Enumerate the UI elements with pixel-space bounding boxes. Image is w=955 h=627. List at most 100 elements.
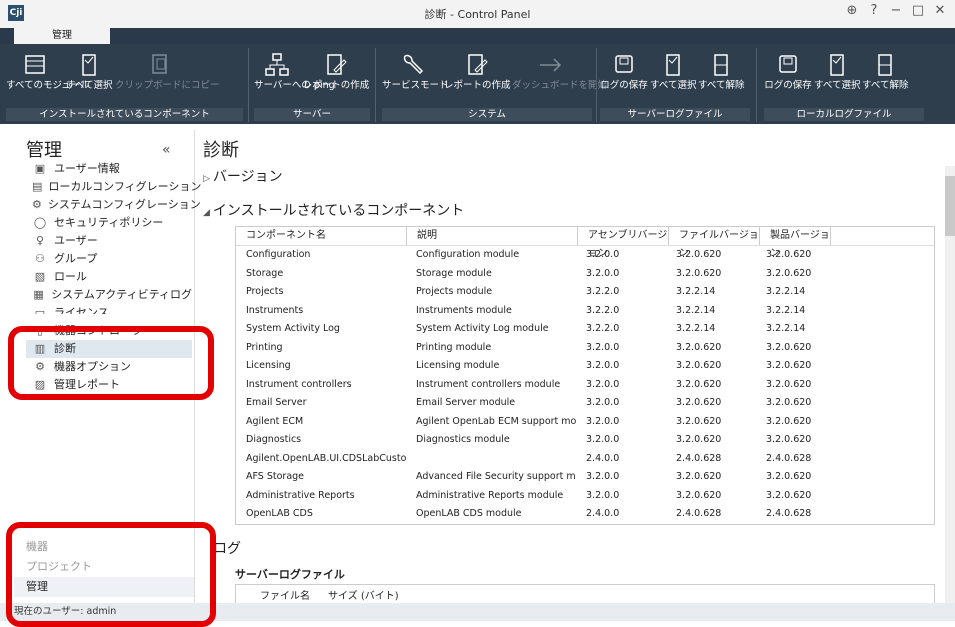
group-label-system: システム [382, 108, 592, 121]
wrench-icon [403, 54, 424, 75]
start-dashboard-button[interactable]: ダッシュボードを開始 [512, 48, 607, 104]
column-filler [831, 227, 934, 245]
table-cell: 3.2.0.0 [586, 249, 620, 260]
collapse-sidebar-button[interactable]: « [162, 142, 171, 158]
maximize-button[interactable]: □ [907, 3, 929, 18]
column-header[interactable]: アセンブリバージョン [578, 227, 669, 259]
sidebar-item-license[interactable]: ▭ ライセンス [32, 304, 192, 314]
table-row[interactable]: Instruments Instruments module 3.2.2.0 3.2.… [236, 302, 934, 321]
service-mode-button[interactable]: サービスモード [382, 48, 449, 104]
column-header[interactable]: ファイル名 [260, 587, 310, 602]
table-cell: 3.2.0.620 [766, 397, 812, 408]
scrollbar-thumb[interactable] [945, 176, 955, 236]
role-icon: ▧ [34, 270, 46, 283]
sidebar-item-roles[interactable]: ▧ ロール [32, 268, 192, 286]
table-cell: 3.2.0.0 [586, 397, 620, 408]
ping-server-button[interactable]: サーバーへの ping [254, 48, 335, 104]
sidebar-item-system-config[interactable]: ⚙ システムコンフィグレーション [32, 196, 201, 214]
system-report-button[interactable]: レポートの作成 [444, 48, 511, 104]
table-cell: 3.2.0.620 [766, 378, 812, 390]
table-row[interactable]: Agilent ECM Agilent OpenLab ECM support m… [236, 413, 934, 432]
save-icon [615, 55, 633, 73]
select-all-button[interactable]: すべて選択 [66, 48, 112, 104]
column-header[interactable]: 説明 [407, 227, 578, 245]
table-row[interactable]: Storage Storage module 3.2.0.0 3.2.0.620 3.2… [236, 265, 934, 284]
table-cell: Licensing [246, 360, 291, 371]
group-icon: ⚇ [35, 252, 45, 265]
table-row[interactable]: Email Server Email Server module 3.2.0.0 3.… [236, 394, 934, 413]
select-all-local-log-button[interactable]: すべて選択 [814, 48, 860, 104]
sidebar-item-activity-log[interactable]: ▦ システムアクティビティログ [32, 286, 192, 304]
sidebar-item-user-info[interactable]: ▣ ユーザー情報 [32, 160, 192, 178]
group-label-server: サーバー [254, 108, 370, 121]
table-cell: 3.2.0.620 [676, 360, 722, 371]
table-row[interactable]: Instrument controllers Instrument control… [236, 376, 934, 395]
group-label-components: インストールされているコンポーネント [6, 108, 243, 121]
account-icon[interactable]: ⊕ [841, 3, 863, 18]
table-row[interactable]: Diagnostics Diagnostics module 3.2.0.0 3.2.… [236, 431, 934, 450]
table-cell: 3.2.0.620 [676, 341, 722, 353]
page-title: 診断 [203, 140, 239, 161]
table-cell: Storage module [416, 267, 492, 279]
deselect-all-icon [714, 54, 728, 76]
copy-clipboard-button[interactable]: クリップボードにコピー [115, 48, 220, 104]
table-row[interactable]: Licensing Licensing module 3.2.0.0 3.2.0.62… [236, 357, 934, 376]
table-cell: Administrative Reports [246, 489, 355, 501]
table-row[interactable]: Agilent.OpenLAB.UI.CDSLabCustomFit 2.4.0.… [236, 450, 934, 469]
vertical-scrollbar[interactable] [945, 166, 955, 603]
window-title: 診断 - Control Panel [424, 8, 531, 21]
sidebar-item-local-config[interactable]: ▤ ローカルコンフィグレーション [32, 178, 201, 196]
table-cell: 3.2.0.620 [766, 471, 812, 482]
title-bar: Cji 診断 - Control Panel ⊕ ? − □ ✕ [0, 0, 955, 28]
column-header[interactable]: 製品バージョン [760, 227, 831, 259]
table-cell: Configuration module [416, 249, 520, 260]
table-row[interactable]: Projects Projects module 3.2.2.0 3.2.2.14 3.… [236, 283, 934, 302]
table-row[interactable]: System Activity Log System Activity Log m… [236, 320, 934, 339]
column-header[interactable]: サイズ (バイト) [328, 587, 399, 602]
save-server-log-button[interactable]: ログの保存 [600, 48, 648, 104]
sidebar-item-users[interactable]: ♀ ユーザー [32, 232, 192, 250]
ribbon: すべてのモジュール すべて選択 クリップボードにコピー インストールされているコ… [0, 44, 955, 124]
table-row[interactable]: Configuration Configuration module 3.2.0.0… [236, 246, 934, 265]
table-row[interactable]: Printing Printing module 3.2.0.0 3.2.0.620 3… [236, 339, 934, 358]
log-section-header[interactable]: ログ [213, 538, 241, 558]
report-icon [468, 54, 488, 75]
select-all-server-log-button[interactable]: すべて選択 [650, 48, 696, 104]
user-icon: ♀ [35, 234, 45, 247]
table-cell: 3.2.0.0 [586, 471, 620, 482]
highlight-box [8, 326, 214, 400]
table-cell: 3.2.0.0 [586, 341, 620, 353]
sidebar-item-groups[interactable]: ⚇ グループ [32, 250, 192, 268]
help-button[interactable]: ? [863, 3, 885, 18]
server-log-title: サーバーログファイル [235, 568, 345, 581]
tab-admin[interactable]: 管理 [14, 28, 110, 44]
select-all-icon [666, 54, 680, 76]
save-icon [779, 55, 797, 73]
components-section-header[interactable]: ◢ インストールされているコンポーネント [203, 200, 464, 220]
save-local-log-button[interactable]: ログの保存 [764, 48, 812, 104]
deselect-all-server-log-button[interactable]: すべて解除 [698, 48, 744, 104]
version-section-header[interactable]: ▷ バージョン [203, 166, 283, 186]
deselect-all-local-log-button[interactable]: すべて解除 [862, 48, 908, 104]
table-cell: 2.4.0.0 [586, 452, 620, 464]
server-report-button[interactable]: レポートの作成 [302, 48, 370, 104]
column-header[interactable]: ファイルバージョン [669, 227, 760, 259]
table-cell: Agilent ECM [246, 415, 304, 427]
shield-icon: ◯ [33, 216, 47, 229]
column-header[interactable]: コンポーネント名 [236, 227, 407, 245]
table-row[interactable]: Administrative Reports Administrative Rep… [236, 487, 934, 506]
table-row[interactable]: OpenLAB CDS OpenLAB CDS module 2.4.0.0 2.4.… [236, 505, 934, 524]
network-icon [265, 53, 289, 76]
table-cell: Email Server [246, 397, 307, 408]
table-row[interactable]: AFS Storage Advanced File Security suppor… [236, 468, 934, 487]
select-all-icon [830, 54, 844, 76]
all-modules-button[interactable]: すべてのモジュール [6, 48, 90, 104]
table-cell: System Activity Log module [416, 323, 549, 334]
sidebar-item-security-policy[interactable]: ◯ セキュリティポリシー [32, 214, 192, 232]
close-button[interactable]: ✕ [929, 3, 951, 18]
table-cell: OpenLAB CDS [246, 508, 313, 519]
report-icon [327, 54, 347, 75]
select-all-icon [82, 54, 96, 76]
minimize-button[interactable]: − [885, 3, 907, 18]
table-cell: Diagnostics [246, 434, 302, 445]
